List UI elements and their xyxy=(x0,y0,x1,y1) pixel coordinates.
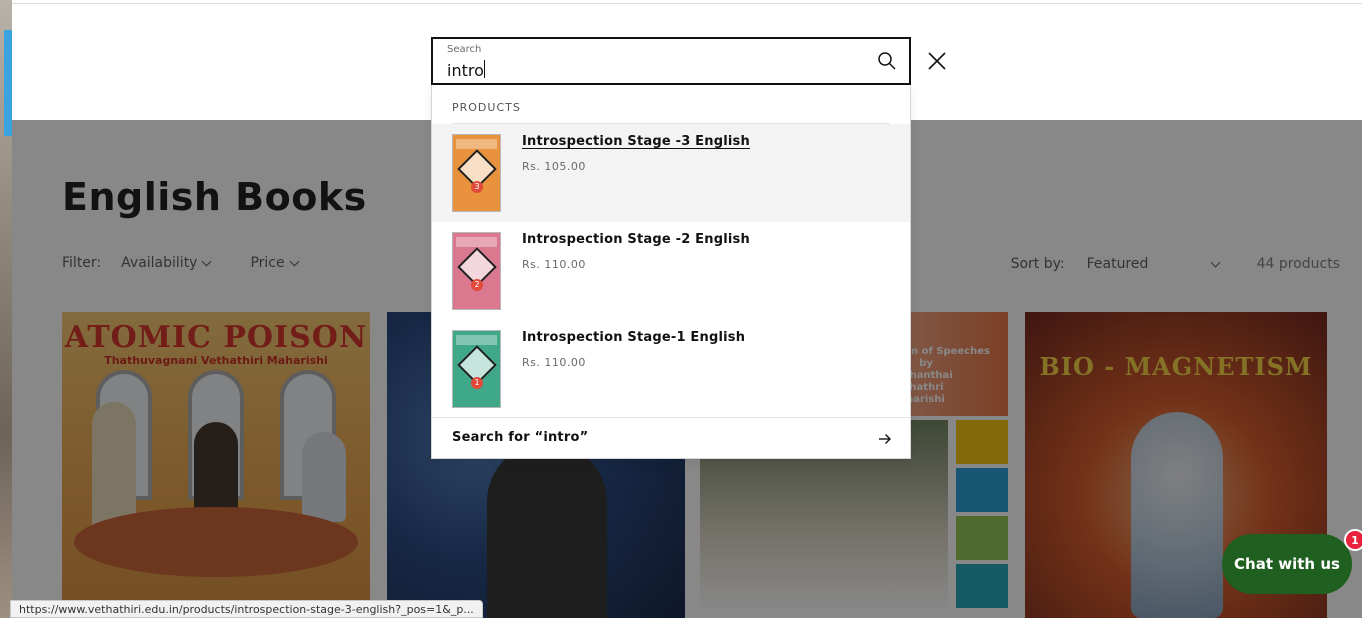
search-input[interactable] xyxy=(447,59,847,81)
product-title: Introspection Stage-1 English xyxy=(522,330,746,345)
product-price: Rs. 110.00 xyxy=(522,258,586,271)
link-status-url: https://www.vethathiri.edu.in/products/i… xyxy=(10,600,483,618)
text-caret xyxy=(484,60,485,78)
predictive-search-results: PRODUCTS 3 Introspection Stage -3 Englis… xyxy=(431,85,911,459)
list-item[interactable]: 3 Introspection Stage -3 English Rs. 105… xyxy=(432,124,910,222)
arrow-right-icon xyxy=(878,431,892,445)
search-label: Search xyxy=(447,44,482,55)
list-item[interactable]: 2 Introspection Stage -2 English Rs. 110… xyxy=(432,222,910,320)
page: English Books Filter: Availability Price… xyxy=(12,0,1362,618)
close-icon[interactable] xyxy=(926,50,948,72)
product-thumbnail: 2 xyxy=(452,232,501,310)
product-thumbnail: 1 xyxy=(452,330,501,408)
product-price: Rs. 105.00 xyxy=(522,160,586,173)
search-for-button[interactable]: Search for “intro” xyxy=(432,417,910,458)
product-title: Introspection Stage -3 English xyxy=(522,134,750,149)
search-icon[interactable] xyxy=(877,51,897,71)
window-accent xyxy=(4,30,12,136)
notification-badge: 1 xyxy=(1344,529,1362,551)
results-heading: PRODUCTS xyxy=(452,101,521,114)
chat-with-us-button[interactable]: Chat with us xyxy=(1222,534,1352,594)
product-thumbnail: 3 xyxy=(452,134,501,212)
product-title: Introspection Stage -2 English xyxy=(522,232,750,247)
divider xyxy=(12,3,1362,4)
search-for-label: Search for “intro” xyxy=(452,430,589,445)
search-field[interactable]: Search xyxy=(431,37,911,85)
desktop-edge xyxy=(0,0,12,618)
list-item[interactable]: 1 Introspection Stage-1 English Rs. 110.… xyxy=(432,320,910,418)
product-price: Rs. 110.00 xyxy=(522,356,586,369)
